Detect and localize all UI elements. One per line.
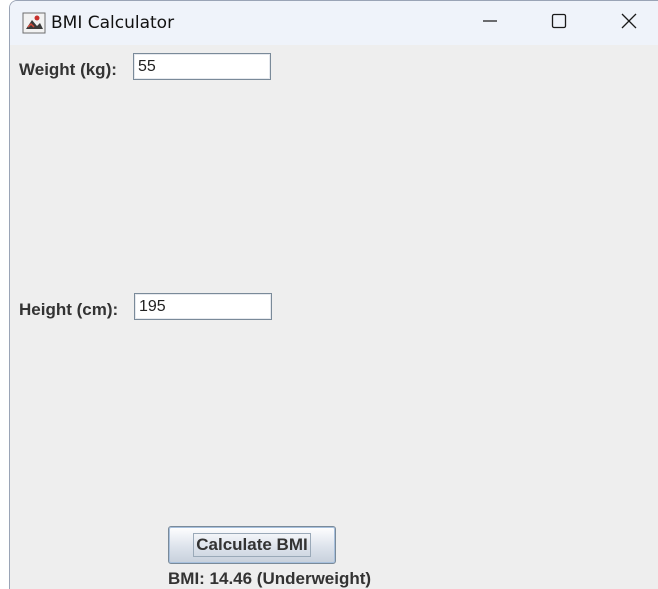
maximize-icon	[551, 13, 567, 34]
close-button[interactable]	[600, 1, 658, 45]
calculate-bmi-button[interactable]: Calculate BMI	[168, 526, 336, 564]
height-input[interactable]	[134, 293, 272, 320]
close-icon	[620, 12, 638, 35]
maximize-button[interactable]	[530, 1, 588, 45]
app-window: BMI Calculator Weight (kg): 55 Height (c…	[9, 0, 658, 589]
calculate-bmi-label: Calculate BMI	[193, 533, 311, 557]
java-app-icon	[22, 12, 46, 34]
minimize-button[interactable]	[461, 1, 519, 45]
height-label: Height (cm):	[19, 300, 119, 319]
window-title: BMI Calculator	[51, 13, 175, 33]
bmi-result: BMI: 14.46 (Underweight)	[168, 569, 372, 588]
weight-label: Weight (kg):	[19, 60, 117, 79]
minimize-icon	[482, 13, 498, 34]
title-bar[interactable]: BMI Calculator	[10, 1, 658, 45]
weight-input[interactable]	[133, 53, 271, 80]
